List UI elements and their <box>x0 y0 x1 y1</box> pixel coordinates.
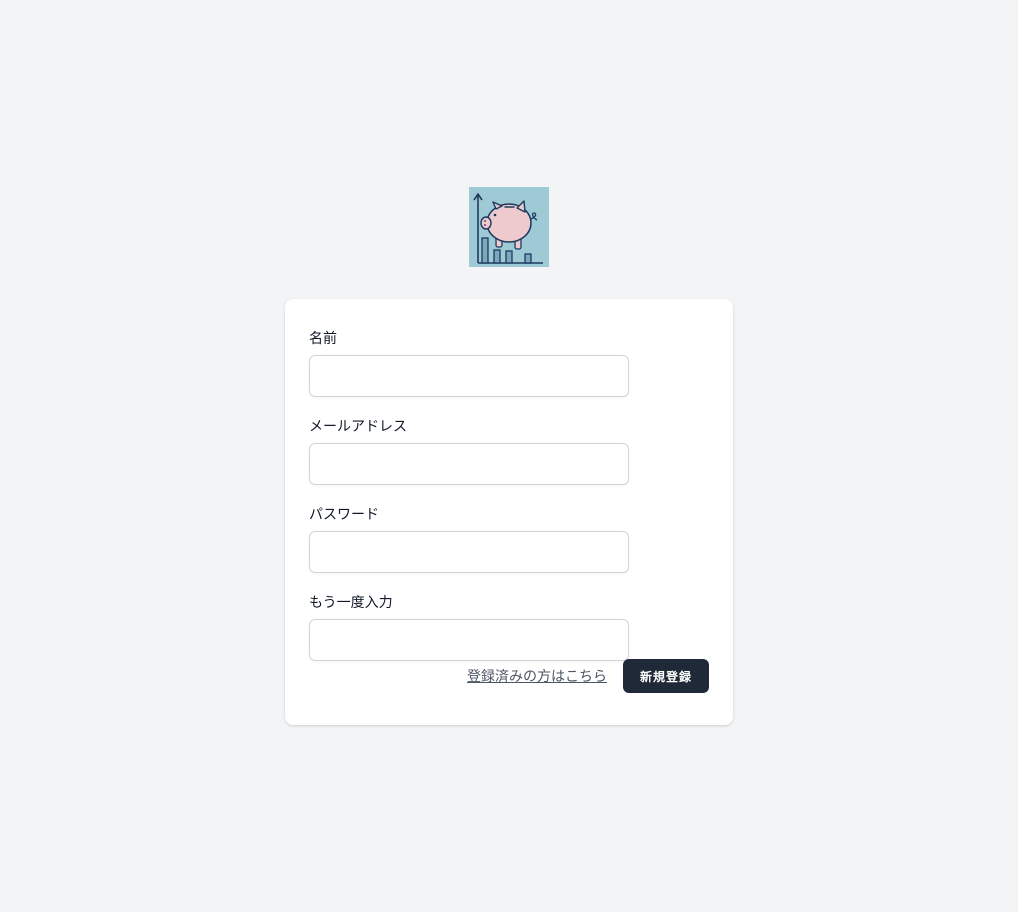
name-label: 名前 <box>309 331 337 347</box>
logo[interactable] <box>469 187 549 267</box>
password-field-group: パスワード <box>309 505 709 587</box>
register-form-card: 名前 メールアドレス パスワード もう一度入力 登録済みの方はこちら 新規登録 <box>285 299 733 725</box>
already-registered-link[interactable]: 登録済みの方はこちら <box>467 666 607 686</box>
email-label: メールアドレス <box>309 419 407 435</box>
password-input[interactable] <box>309 531 629 573</box>
name-field-group: 名前 <box>309 329 709 411</box>
email-field-group: メールアドレス <box>309 417 709 499</box>
piggy-bank-chart-icon <box>473 193 543 264</box>
email-input[interactable] <box>309 443 629 485</box>
password-confirm-label: もう一度入力 <box>309 595 393 611</box>
password-label: パスワード <box>309 507 379 523</box>
register-page: 名前 メールアドレス パスワード もう一度入力 登録済みの方はこちら 新規登録 <box>0 0 1018 912</box>
form-actions: 登録済みの方はこちら 新規登録 <box>467 659 709 693</box>
password-confirm-input[interactable] <box>309 619 629 661</box>
register-button[interactable]: 新規登録 <box>622 659 709 693</box>
name-input[interactable] <box>309 355 629 397</box>
